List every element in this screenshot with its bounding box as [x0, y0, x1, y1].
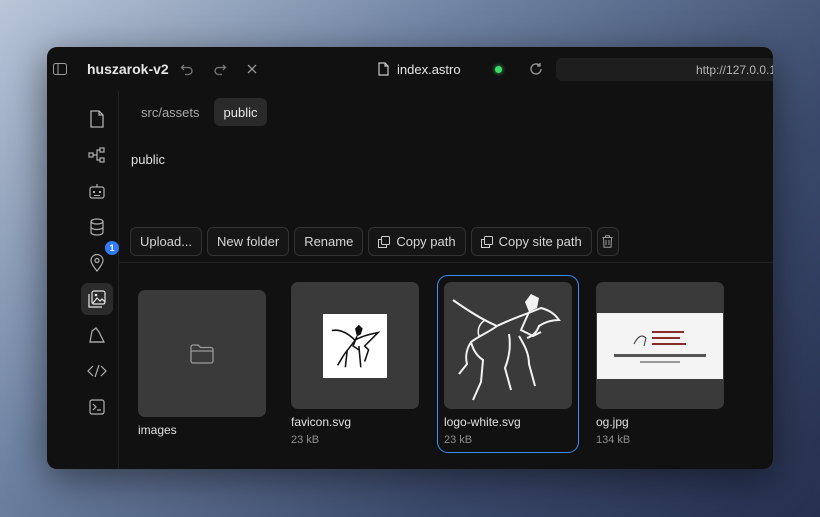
undo-icon[interactable] — [179, 61, 195, 77]
file-icon — [376, 61, 390, 77]
copy-path-label: Copy path — [396, 234, 456, 249]
robot-icon — [89, 184, 105, 199]
new-folder-button[interactable]: New folder — [207, 227, 290, 256]
folder-icon — [190, 343, 214, 364]
activity-rail: 1 — [47, 91, 119, 469]
copy-site-path-button[interactable]: Copy site path — [470, 227, 592, 256]
upload-button[interactable]: Upload... — [130, 227, 203, 256]
file-name: images — [138, 423, 177, 437]
database-icon — [90, 218, 104, 236]
reload-icon[interactable] — [528, 61, 544, 77]
app-window: huszarok-v2 index.astro http://127.0.0.1 — [47, 47, 773, 469]
rail-database-button[interactable] — [81, 211, 113, 243]
hussar-logo-image — [331, 324, 381, 367]
og-caption-line — [614, 354, 706, 357]
paint-icon — [89, 327, 105, 343]
rail-files-button[interactable] — [81, 103, 113, 135]
file-card-favicon[interactable]: favicon.svg 23 kB — [291, 282, 419, 446]
file-card-og[interactable]: og.jpg 134 kB — [596, 282, 724, 446]
file-size: 23 kB — [444, 434, 473, 446]
trash-icon — [602, 235, 613, 248]
file-thumbnail — [138, 290, 266, 417]
file-thumbnail — [596, 282, 724, 409]
file-card-logo-white[interactable]: logo-white.svg 23 kB — [437, 275, 579, 453]
server-status-indicator — [495, 66, 502, 73]
current-path: public — [131, 152, 165, 167]
sidebar-toggle-icon[interactable] — [52, 61, 68, 77]
rail-design-button[interactable] — [81, 319, 113, 351]
rail-media-button[interactable] — [81, 283, 113, 315]
project-name: huszarok-v2 — [87, 61, 169, 77]
delete-button[interactable] — [596, 227, 619, 256]
images-icon — [88, 290, 106, 308]
file-name: logo-white.svg — [444, 415, 521, 429]
copy-site-path-label: Copy site path — [498, 234, 582, 249]
file-browser: src/assets public public Upload... New f… — [119, 91, 773, 469]
hierarchy-icon — [88, 147, 105, 163]
rail-structure-button[interactable] — [81, 139, 113, 171]
favicon-preview — [323, 313, 387, 378]
titlebar: huszarok-v2 index.astro http://127.0.0.1 — [47, 47, 773, 91]
rename-button[interactable]: Rename — [294, 227, 364, 256]
map-pin-icon — [90, 254, 104, 272]
notification-badge: 1 — [105, 241, 119, 255]
og-caption-line — [640, 361, 680, 363]
open-file-name[interactable]: index.astro — [397, 62, 461, 77]
tab-public[interactable]: public — [213, 98, 268, 126]
file-card-images[interactable]: images — [138, 290, 266, 437]
og-preview — [597, 312, 723, 379]
rename-label: Rename — [304, 234, 354, 249]
close-icon[interactable] — [244, 61, 260, 77]
rail-code-button[interactable] — [81, 355, 113, 387]
rail-terminal-button[interactable] — [81, 391, 113, 423]
file-size: 23 kB — [291, 434, 320, 446]
file-toolbar: Upload... New folder Rename Copy path Co… — [130, 227, 619, 256]
upload-label: Upload... — [140, 234, 193, 249]
file-name: og.jpg — [596, 415, 629, 429]
rail-location-button[interactable]: 1 — [81, 241, 119, 279]
toolbar-divider — [119, 262, 773, 263]
file-thumbnail — [444, 282, 572, 409]
copy-icon — [480, 235, 493, 248]
file-name: favicon.svg — [291, 415, 352, 429]
og-emblem-image — [633, 331, 686, 347]
copy-icon — [378, 235, 391, 248]
hussar-logo-white-image — [452, 293, 561, 400]
redo-icon[interactable] — [212, 61, 228, 77]
code-icon — [87, 364, 107, 378]
url-bar[interactable]: http://127.0.0.1 — [556, 58, 773, 81]
location-tabs: src/assets public — [131, 98, 268, 126]
file-icon — [90, 110, 104, 128]
file-thumbnail — [291, 282, 419, 409]
copy-path-button[interactable]: Copy path — [368, 227, 466, 256]
terminal-icon — [89, 399, 105, 415]
tab-src-assets[interactable]: src/assets — [131, 98, 210, 126]
new-folder-label: New folder — [217, 234, 280, 249]
rail-assistant-button[interactable] — [81, 175, 113, 207]
file-size: 134 kB — [596, 434, 631, 446]
